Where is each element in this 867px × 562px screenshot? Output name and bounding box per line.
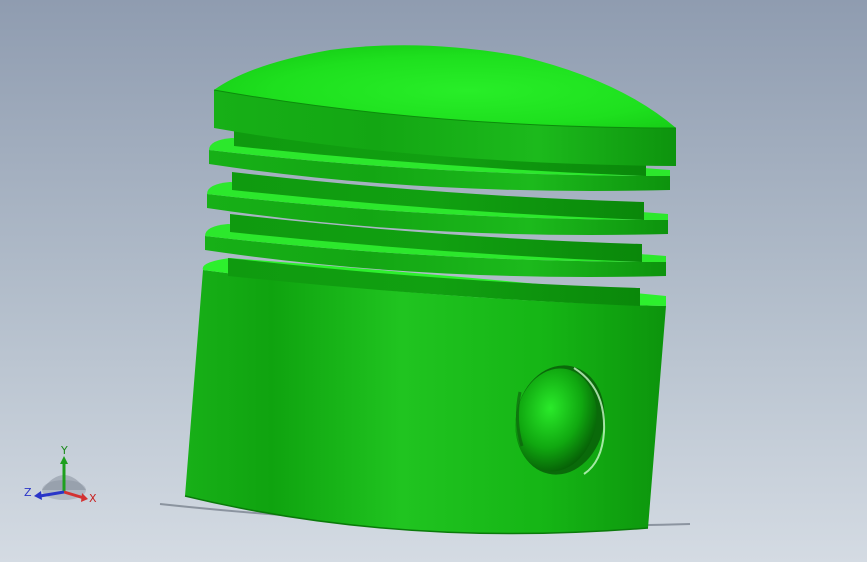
x-axis-label: X	[89, 492, 97, 505]
y-axis-label: Y	[60, 444, 68, 457]
z-axis-label: Z	[24, 486, 32, 499]
graphics-viewport[interactable]: Y X Z	[0, 0, 867, 562]
piston-model[interactable]	[0, 0, 867, 562]
axis-triad: Y X Z	[24, 444, 97, 505]
